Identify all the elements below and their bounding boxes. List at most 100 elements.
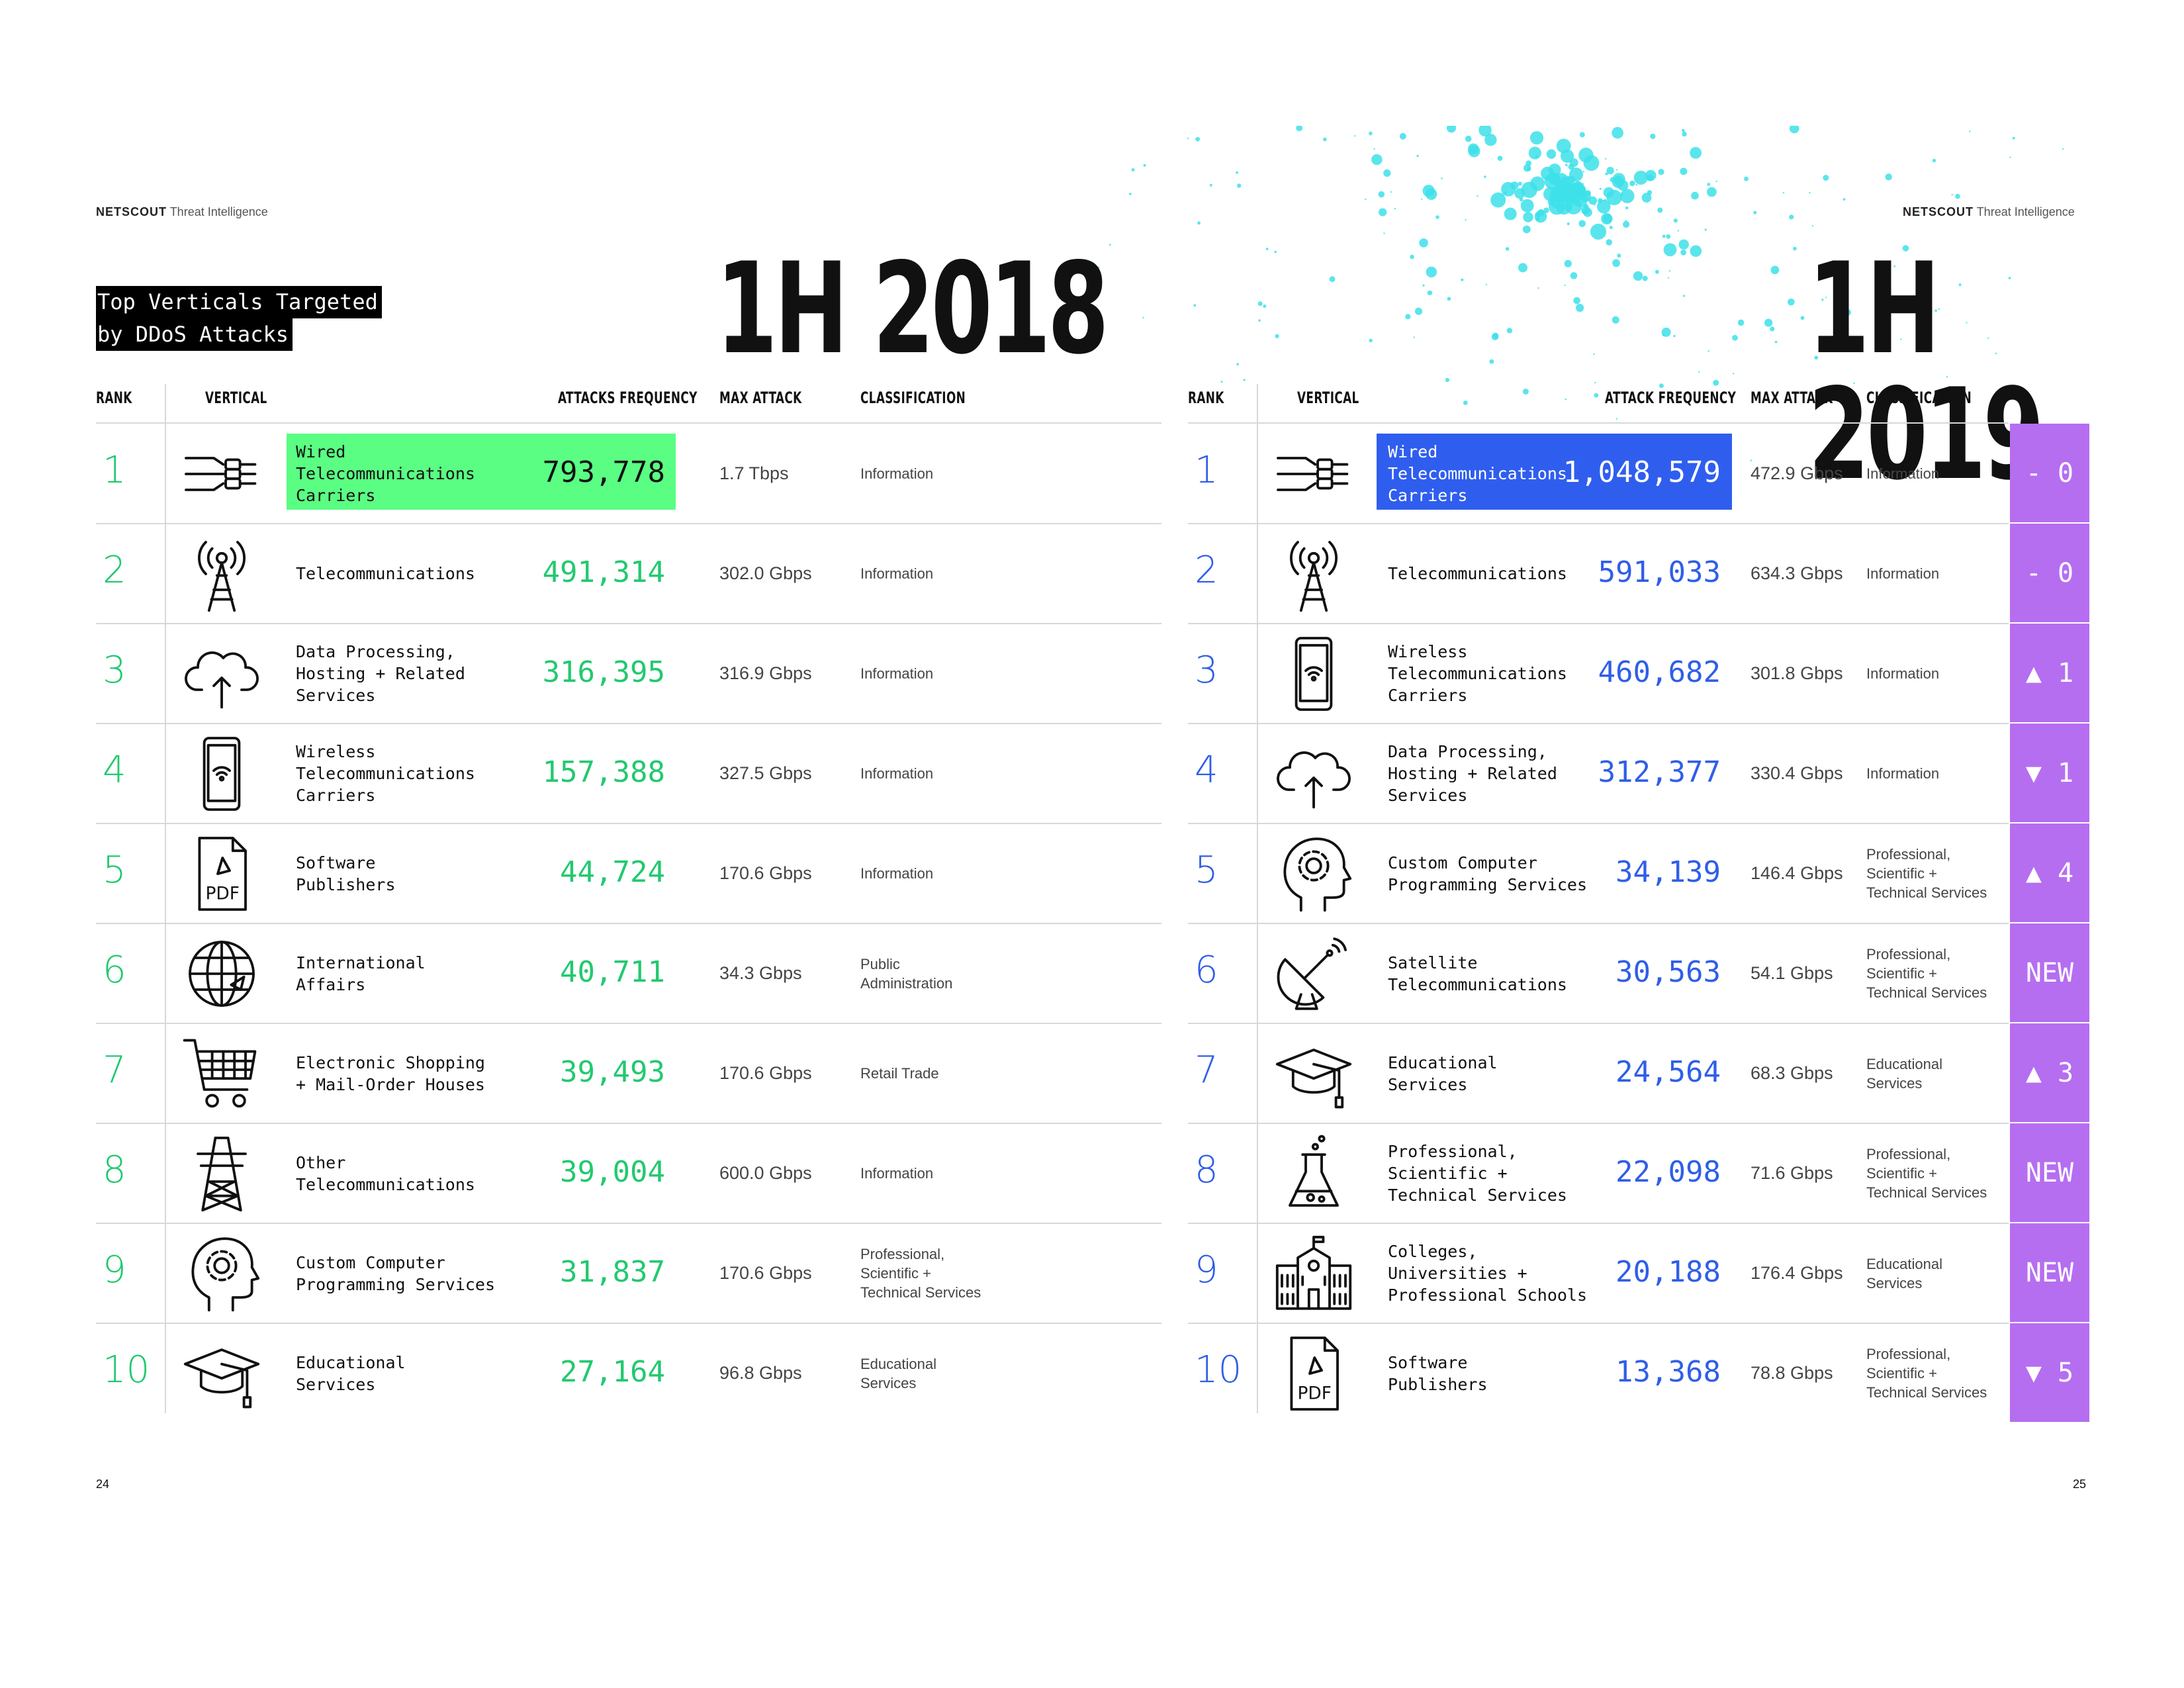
- header-max-attack: MAX ATTACK: [1751, 389, 1833, 407]
- brand-right: NETSCOUT Threat Intelligence: [1903, 205, 2075, 219]
- classification: Retail Trade: [860, 1065, 939, 1082]
- max-attack: 600.0 Gbps: [719, 1162, 812, 1183]
- rank-change-badge: ▼ 1: [2010, 724, 2089, 822]
- attack-frequency: 20,188: [1615, 1254, 1721, 1289]
- classification: Information: [860, 765, 934, 782]
- row-divider: [1188, 1023, 2009, 1024]
- divider-left: [165, 384, 166, 1413]
- max-attack: 170.6 Gbps: [719, 1062, 812, 1083]
- attack-frequency: 27,164: [560, 1354, 665, 1389]
- classification: Professional, Scientific + Technical Ser…: [1866, 846, 1987, 901]
- attack-frequency: 312,377: [1598, 755, 1721, 789]
- header-rank: RANK: [1188, 389, 1224, 407]
- row-divider: [1188, 723, 2009, 724]
- power-pylon-icon: [182, 1134, 261, 1213]
- vertical-name: Colleges, Universities + Professional Sc…: [1388, 1242, 1588, 1305]
- vertical-name: Custom Computer Programming Services: [296, 1252, 496, 1294]
- max-attack: 68.3 Gbps: [1751, 1062, 1833, 1083]
- rank-number: 7: [103, 1048, 126, 1092]
- classification: Information: [860, 865, 934, 882]
- rank-number: 10: [103, 1348, 150, 1391]
- classification: Professional, Scientific + Technical Ser…: [1866, 1146, 1987, 1201]
- lab-flask-icon: [1274, 1134, 1353, 1213]
- rank-number: 8: [1195, 1148, 1218, 1192]
- header-attack-frequency: ATTACK FREQUENCY: [1605, 389, 1737, 407]
- row-divider: [1188, 523, 2009, 524]
- rank-change-badge: ▲ 4: [2010, 823, 2089, 922]
- row-divider: [96, 1323, 1161, 1324]
- rank-change-badge: - 0: [2010, 524, 2089, 622]
- header-rank: RANK: [96, 389, 132, 407]
- max-attack: 71.6 Gbps: [1751, 1162, 1833, 1183]
- head-gear-icon: [182, 1234, 261, 1313]
- rank-change-badge: NEW: [2010, 1123, 2089, 1222]
- attack-frequency: 39,004: [560, 1154, 665, 1189]
- rank-change-badge: ▲ 3: [2010, 1023, 2089, 1122]
- radio-tower-icon: [182, 534, 261, 614]
- vertical-name: Wired Telecommunications Carriers: [296, 442, 475, 505]
- header-vertical: VERTICAL: [1297, 389, 1359, 407]
- max-attack: 34.3 Gbps: [719, 962, 802, 983]
- head-gear-icon: [1274, 834, 1353, 914]
- rank-number: 1: [103, 448, 126, 492]
- cloud-upload-icon: [1274, 734, 1353, 814]
- header-vertical: VERTICAL: [205, 389, 267, 407]
- attack-frequency: 24,564: [1615, 1055, 1721, 1089]
- header-classification: CLASSIFICATION: [1866, 389, 1972, 407]
- vertical-name: Telecommunications: [1388, 564, 1567, 583]
- vertical-name: Professional, Scientific + Technical Ser…: [1388, 1142, 1567, 1205]
- brand-sub: Threat Intelligence: [1976, 205, 2075, 218]
- rank-number: 2: [1195, 548, 1218, 592]
- rank-change-badge: NEW: [2010, 923, 2089, 1022]
- table-top-line: [96, 422, 1161, 424]
- page-number-right: 25: [2073, 1477, 2087, 1491]
- vertical-name: Electronic Shopping + Mail-Order Houses: [296, 1053, 485, 1094]
- attack-frequency: 44,724: [560, 855, 665, 889]
- rank-number: 3: [1195, 648, 1218, 692]
- classification: Information: [860, 465, 934, 482]
- row-divider: [1188, 823, 2009, 824]
- header-classification: CLASSIFICATION: [860, 389, 966, 407]
- smartphone-wifi-icon: [1274, 634, 1353, 714]
- brand-name: NETSCOUT: [1903, 205, 1974, 218]
- page-number-left: 24: [96, 1477, 110, 1491]
- max-attack: 316.9 Gbps: [719, 663, 812, 683]
- row-divider: [96, 823, 1161, 824]
- attack-frequency: 591,033: [1598, 555, 1721, 589]
- attack-frequency: 22,098: [1615, 1154, 1721, 1189]
- globe-plane-icon: [182, 934, 261, 1013]
- school-building-icon: [1274, 1234, 1353, 1313]
- max-attack: 327.5 Gbps: [719, 763, 812, 783]
- attack-frequency: 39,493: [560, 1055, 665, 1089]
- attack-frequency: 31,837: [560, 1254, 665, 1289]
- max-attack: 170.6 Gbps: [719, 1262, 812, 1283]
- cloud-upload-icon: [182, 634, 261, 714]
- vertical-name: Wireless Telecommunications Carriers: [1388, 642, 1567, 705]
- max-attack: 170.6 Gbps: [719, 863, 812, 883]
- graduation-cap-icon: [1274, 1034, 1353, 1113]
- row-divider: [1188, 1123, 2009, 1124]
- attack-frequency: 1,048,579: [1563, 455, 1721, 489]
- classification: Professional, Scientific + Technical Ser…: [1866, 946, 1987, 1001]
- max-attack: 302.0 Gbps: [719, 563, 812, 583]
- rank-number: 5: [1195, 848, 1218, 892]
- rank-number: 9: [1195, 1248, 1218, 1291]
- svg-text:PDF: PDF: [205, 883, 239, 904]
- header-max-attack: MAX ATTACK: [719, 389, 802, 407]
- radio-tower-icon: [1274, 534, 1353, 614]
- row-divider: [96, 923, 1161, 924]
- header-attacks-frequency: ATTACKS FREQUENCY: [558, 389, 698, 407]
- rank-number: 10: [1195, 1348, 1242, 1391]
- vertical-name: Satellite Telecommunications: [1388, 953, 1567, 994]
- classification: Information: [860, 1165, 934, 1182]
- vertical-name: Educational Services: [1388, 1053, 1498, 1094]
- rank-number: 5: [103, 848, 126, 892]
- max-attack: 634.3 Gbps: [1751, 563, 1843, 583]
- year-2018: 1H 2018: [716, 236, 1109, 382]
- rank-change-badge: NEW: [2010, 1223, 2089, 1322]
- row-divider: [1188, 1223, 2009, 1224]
- shopping-cart-icon: [182, 1034, 261, 1113]
- attack-frequency: 316,395: [542, 655, 665, 689]
- table-top-line: [1188, 422, 2009, 424]
- max-attack: 1.7 Tbps: [719, 463, 789, 483]
